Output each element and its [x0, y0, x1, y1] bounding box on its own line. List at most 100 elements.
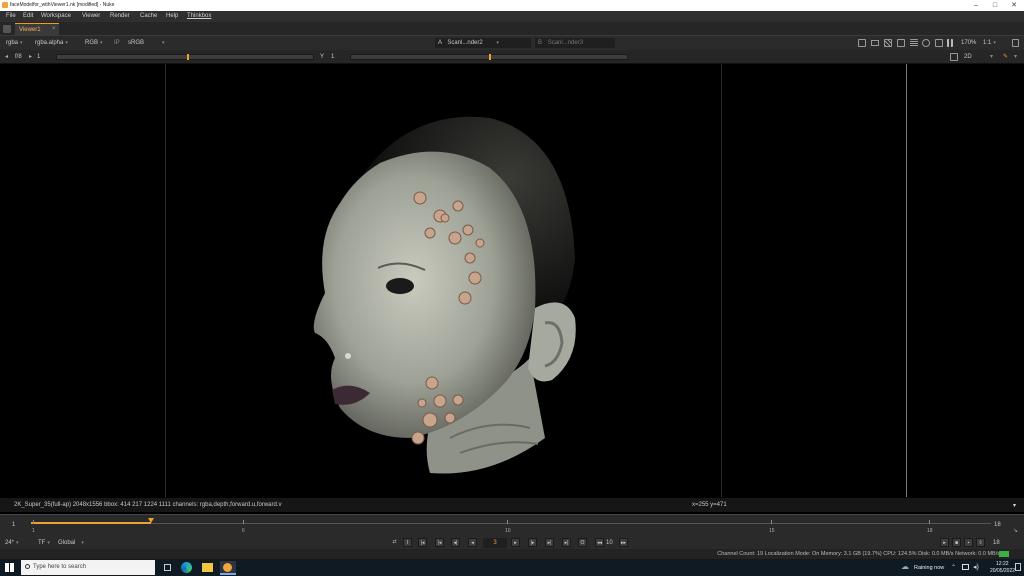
timeline-start[interactable]: 1: [12, 522, 15, 528]
pause-icon[interactable]: [935, 39, 943, 47]
tab-close-icon[interactable]: ×: [52, 26, 56, 32]
last-frame-button[interactable]: ▸|: [562, 538, 571, 547]
volume-icon[interactable]: ◂): [973, 563, 979, 571]
alpha-channel-dropdown[interactable]: rgba.alpha ▾: [35, 38, 68, 48]
proxy-ratio-dropdown[interactable]: 1:1 ▾: [983, 38, 996, 48]
clock-time[interactable]: 12:22: [996, 561, 1009, 567]
crop-icon[interactable]: [950, 53, 958, 61]
network-icon[interactable]: [962, 564, 969, 570]
nuke-taskbar-icon[interactable]: [220, 561, 236, 575]
in-point-button[interactable]: I: [403, 538, 412, 547]
memory-indicator: [999, 551, 1009, 557]
prev-keyframe-button[interactable]: |◂: [435, 538, 444, 547]
timeline-track[interactable]: [31, 523, 991, 524]
zebra-icon[interactable]: [884, 39, 892, 47]
tf-dropdown[interactable]: TF ▾: [38, 538, 50, 548]
menu-edit[interactable]: Edit: [23, 13, 33, 19]
task-view-icon[interactable]: [164, 564, 171, 571]
weather-text[interactable]: Raining now: [914, 565, 944, 571]
out-point-button[interactable]: O: [578, 538, 587, 547]
ip-toggle[interactable]: IP: [114, 38, 120, 48]
menu-render[interactable]: Render: [110, 13, 130, 19]
lock-icon[interactable]: ▪: [964, 538, 973, 547]
gain-arrow-icon[interactable]: ◂: [5, 52, 8, 62]
tab-viewer1[interactable]: Viewer1 ×: [15, 23, 59, 36]
export-icon[interactable]: ⇧: [976, 538, 985, 547]
pane-handle-icon[interactable]: [3, 25, 11, 33]
zoom-dropdown[interactable]: 170%: [961, 38, 976, 48]
input-a-dropdown[interactable]: A Scanl...nder2 ▾: [435, 38, 531, 48]
end-frame-field[interactable]: 18: [993, 538, 1000, 548]
minimize-icon[interactable]: –: [968, 1, 984, 10]
cursor-coords: x=255 y=471: [692, 502, 727, 508]
channels-dropdown[interactable]: rgba ▾: [6, 38, 23, 48]
timeline-end[interactable]: 18: [994, 522, 1001, 528]
play-backward-button[interactable]: ◂: [468, 538, 477, 547]
weather-icon: ☁: [901, 562, 909, 571]
pause-bars-icon[interactable]: [947, 39, 953, 47]
menu-help[interactable]: Help: [166, 13, 178, 19]
next-keyframe-button[interactable]: ▸|: [545, 538, 554, 547]
safe-area-icon[interactable]: [871, 40, 879, 46]
viewer-toolbar-bottom: ◂ f/8 ▸ 1 Y 1 2D ▾ ✎ ▾: [0, 50, 1024, 64]
current-frame-field[interactable]: 3: [483, 538, 507, 548]
view-mode-arrow-icon[interactable]: ▾: [990, 52, 993, 62]
playback-bar: 24* ▾ TF ▾ Global ▾ ⇄ I |◂ |◂ ◂| ◂ 3 ▸ |▸ ▸…: [0, 536, 1024, 549]
nuke-app-icon: [223, 563, 232, 572]
first-frame-button[interactable]: |◂: [418, 538, 427, 547]
menu-bar: File Edit Workspace Viewer Render Cache …: [0, 11, 1024, 22]
gamma-label: Y: [320, 54, 325, 60]
fps-dropdown[interactable]: 24* ▾: [5, 538, 19, 548]
file-explorer-icon[interactable]: [202, 563, 213, 572]
close-icon[interactable]: ✕: [1006, 1, 1022, 10]
next-frame-button[interactable]: |▸: [528, 538, 537, 547]
display-mode-dropdown[interactable]: RGB ▾: [85, 38, 103, 48]
prev-frame-button[interactable]: ◂|: [451, 538, 460, 547]
overlay-icon[interactable]: [897, 39, 905, 47]
lines-icon[interactable]: [910, 39, 918, 47]
skip-forward-button[interactable]: ▸▸: [619, 538, 628, 547]
timeline-playhead[interactable]: [148, 518, 154, 523]
notifications-icon[interactable]: [1015, 563, 1021, 571]
gain-arrow-right-icon[interactable]: ▸: [29, 52, 32, 62]
paint-icon[interactable]: ✎: [1003, 52, 1008, 62]
play-forward-button[interactable]: ▸: [511, 538, 520, 547]
scope-dropdown[interactable]: Global ▾: [58, 538, 84, 548]
status-bar: Channel Count: 19 Localization Mode: On …: [0, 549, 1024, 559]
input-b-dropdown[interactable]: B Scanl...nder3: [535, 38, 615, 48]
edge-browser-icon[interactable]: [181, 562, 192, 573]
skip-back-button[interactable]: ◂◂: [595, 538, 604, 547]
gamma-slider-knob[interactable]: [489, 54, 491, 60]
menu-viewer[interactable]: Viewer: [82, 13, 100, 19]
viewer-canvas[interactable]: [0, 64, 1024, 514]
view-mode-dropdown[interactable]: 2D: [964, 52, 972, 62]
playback-mode-icon[interactable]: ▸: [940, 538, 949, 547]
taskbar-search[interactable]: Type here to search: [21, 560, 155, 575]
refresh-icon[interactable]: [922, 39, 930, 47]
menu-thinkbox[interactable]: Thinkbox: [187, 13, 211, 19]
gain-slider-knob[interactable]: [187, 54, 189, 60]
menu-cache[interactable]: Cache: [140, 13, 157, 19]
toolbar-menu-icon[interactable]: ▾: [1014, 52, 1017, 62]
viewer-settings-icon[interactable]: [1012, 39, 1019, 47]
tray-chevron-icon[interactable]: ⌃: [951, 564, 956, 571]
windows-start-icon[interactable]: [5, 563, 14, 572]
gain-slider[interactable]: [56, 54, 314, 60]
maximize-icon[interactable]: □: [987, 1, 1003, 10]
clock-date[interactable]: 20/05/2022: [990, 568, 1015, 574]
gamma-slider[interactable]: [350, 54, 628, 60]
wipe-handle-line[interactable]: [906, 64, 907, 497]
lut-dropdown[interactable]: sRGB ▾: [128, 38, 165, 48]
menu-file[interactable]: File: [6, 13, 16, 19]
frame-step-field[interactable]: 10: [606, 538, 613, 548]
info-expand-icon[interactable]: ▾: [1013, 502, 1016, 509]
flipbook-icon[interactable]: ■: [952, 538, 961, 547]
menu-workspace[interactable]: Workspace: [41, 13, 71, 19]
timeline-tick-label: 15: [769, 528, 775, 534]
gain-value[interactable]: 1: [37, 52, 40, 62]
playback-range-icon[interactable]: ⇄: [390, 538, 399, 547]
timeline-progress: [31, 522, 151, 524]
roi-icon[interactable]: [858, 39, 866, 47]
timeline-expand-icon[interactable]: ↘: [1013, 527, 1018, 534]
gamma-value[interactable]: 1: [331, 52, 334, 62]
